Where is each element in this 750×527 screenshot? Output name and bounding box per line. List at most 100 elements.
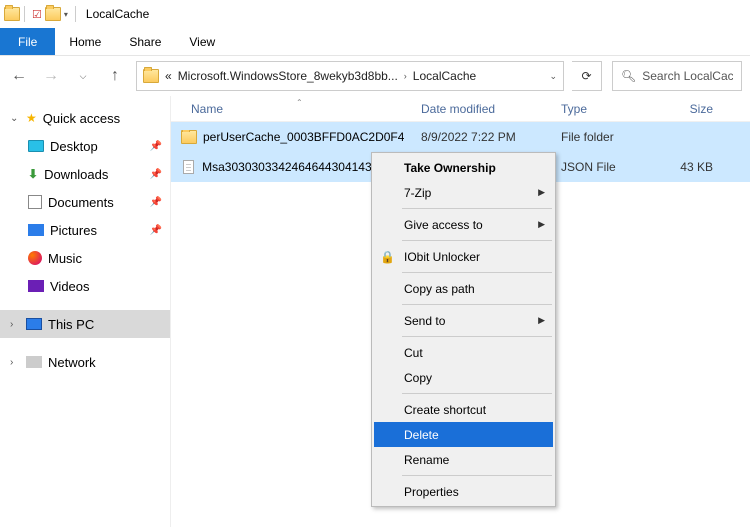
tree-desktop[interactable]: Desktop 📌 — [0, 132, 170, 160]
expander-icon[interactable]: ⌄ — [10, 113, 20, 124]
menu-item-label: Create shortcut — [404, 403, 486, 417]
tab-view[interactable]: View — [175, 28, 229, 55]
tab-home[interactable]: Home — [55, 28, 115, 55]
address-bar[interactable]: « Microsoft.WindowsStore_8wekyb3d8bb... … — [136, 61, 564, 91]
separator — [75, 6, 76, 22]
qat-divider — [24, 6, 25, 22]
file-icon — [183, 160, 194, 174]
folder-icon — [143, 69, 159, 83]
menu-item-rename[interactable]: Rename — [374, 447, 553, 472]
menu-item-properties[interactable]: Properties — [374, 479, 553, 504]
col-name[interactable]: ⌃Name — [171, 102, 421, 116]
videos-icon — [28, 280, 44, 292]
menu-item-iobit-unlocker[interactable]: 🔒IObit Unlocker — [374, 244, 553, 269]
menu-item-label: Take Ownership — [404, 161, 496, 175]
title-bar: ☑ ▾ LocalCache — [0, 0, 750, 28]
window-title: LocalCache — [86, 7, 149, 21]
file-type: JSON File — [561, 160, 651, 174]
tree-music[interactable]: Music — [0, 244, 170, 272]
menu-item-label: Give access to — [404, 218, 483, 232]
breadcrumb[interactable]: LocalCache — [413, 69, 476, 83]
chevron-down-icon[interactable]: ⌄ — [549, 71, 557, 82]
col-type[interactable]: Type — [561, 102, 651, 116]
tree-label: This PC — [48, 317, 94, 332]
tree-label: Documents — [48, 195, 114, 210]
submenu-arrow-icon: ▶ — [538, 187, 545, 198]
file-size: 43 KB — [651, 160, 723, 174]
tab-file[interactable]: File — [0, 28, 55, 55]
menu-item-7-zip[interactable]: 7-Zip ▶ — [374, 180, 553, 205]
menu-item-label: Rename — [404, 453, 449, 467]
expander-icon[interactable]: › — [10, 319, 20, 330]
qat-newfolder-icon[interactable] — [45, 7, 61, 21]
menu-item-cut[interactable]: Cut — [374, 340, 553, 365]
context-menu: Take Ownership 7-Zip ▶ Give access to ▶ 🔒IObi… — [371, 152, 556, 507]
menu-item-give-access-to[interactable]: Give access to ▶ — [374, 212, 553, 237]
menu-separator — [402, 272, 552, 273]
music-icon — [28, 251, 42, 265]
sort-asc-icon: ⌃ — [296, 98, 303, 107]
tree-label: Music — [48, 251, 82, 266]
tree-documents[interactable]: Documents 📌 — [0, 188, 170, 216]
submenu-arrow-icon: ▶ — [538, 219, 545, 230]
submenu-arrow-icon: ▶ — [538, 315, 545, 326]
menu-item-label: Properties — [404, 485, 459, 499]
col-date[interactable]: Date modified — [421, 102, 561, 116]
tree-downloads[interactable]: ⬇ Downloads 📌 — [0, 160, 170, 188]
tree-label: Videos — [50, 279, 90, 294]
menu-separator — [402, 393, 552, 394]
menu-item-send-to[interactable]: Send to ▶ — [374, 308, 553, 333]
search-placeholder: Search LocalCache — [642, 69, 733, 83]
tree-this-pc[interactable]: › This PC — [0, 310, 170, 338]
tree-label: Network — [48, 355, 96, 370]
network-icon — [26, 356, 42, 368]
menu-item-label: Delete — [404, 428, 439, 442]
pin-icon: 📌 — [150, 225, 162, 236]
tree-quick-access[interactable]: ⌄ ★ Quick access — [0, 104, 170, 132]
breadcrumb[interactable]: Microsoft.WindowsStore_8wekyb3d8bb... — [178, 69, 398, 83]
folder-icon — [181, 130, 197, 144]
menu-item-take-ownership[interactable]: Take Ownership — [374, 155, 553, 180]
menu-item-copy-as-path[interactable]: Copy as path — [374, 276, 553, 301]
menu-separator — [402, 336, 552, 337]
search-input[interactable]: 🔍︎ Search LocalCache — [612, 61, 742, 91]
menu-item-label: Copy — [404, 371, 432, 385]
menu-item-delete[interactable]: Delete — [374, 422, 553, 447]
menu-separator — [402, 208, 552, 209]
qat-dropdown-icon[interactable]: ▾ — [64, 10, 68, 19]
tree-label: Downloads — [44, 167, 108, 182]
pc-icon — [26, 318, 42, 330]
tab-share[interactable]: Share — [115, 28, 175, 55]
recent-dropdown-icon[interactable]: ⌵ — [72, 65, 94, 87]
chevron-right-icon[interactable]: › — [404, 71, 407, 81]
search-icon: 🔍︎ — [621, 69, 636, 83]
menu-item-create-shortcut[interactable]: Create shortcut — [374, 397, 553, 422]
breadcrumb[interactable]: « — [165, 69, 172, 83]
tree-label: Desktop — [50, 139, 98, 154]
pictures-icon — [28, 224, 44, 236]
file-date: 8/9/2022 7:22 PM — [421, 130, 561, 144]
expander-icon[interactable]: › — [10, 357, 20, 368]
tree-label: Quick access — [43, 111, 120, 126]
tree-videos[interactable]: Videos — [0, 272, 170, 300]
file-row[interactable]: perUserCache_0003BFFD0AC2D0F4 8/9/2022 7… — [171, 122, 750, 152]
ribbon-tabs: File Home Share View — [0, 28, 750, 56]
column-headers: ⌃Name Date modified Type Size — [171, 96, 750, 122]
forward-button[interactable]: → — [40, 65, 62, 87]
folder-icon — [4, 7, 20, 21]
menu-item-label: Copy as path — [404, 282, 475, 296]
desktop-icon — [28, 140, 44, 152]
refresh-button[interactable]: ⟳ — [572, 61, 602, 91]
tree-network[interactable]: › Network — [0, 348, 170, 376]
file-list: ⌃Name Date modified Type Size perUserCac… — [170, 96, 750, 527]
col-size[interactable]: Size — [651, 102, 723, 116]
up-button[interactable]: ↑ — [104, 65, 126, 87]
tree-pictures[interactable]: Pictures 📌 — [0, 216, 170, 244]
menu-item-label: 7-Zip — [404, 186, 431, 200]
menu-separator — [402, 240, 552, 241]
menu-item-label: Send to — [404, 314, 445, 328]
qat-properties-icon[interactable]: ☑ — [32, 8, 42, 21]
back-button[interactable]: ← — [8, 65, 30, 87]
menu-item-copy[interactable]: Copy — [374, 365, 553, 390]
downloads-icon: ⬇ — [28, 167, 38, 181]
